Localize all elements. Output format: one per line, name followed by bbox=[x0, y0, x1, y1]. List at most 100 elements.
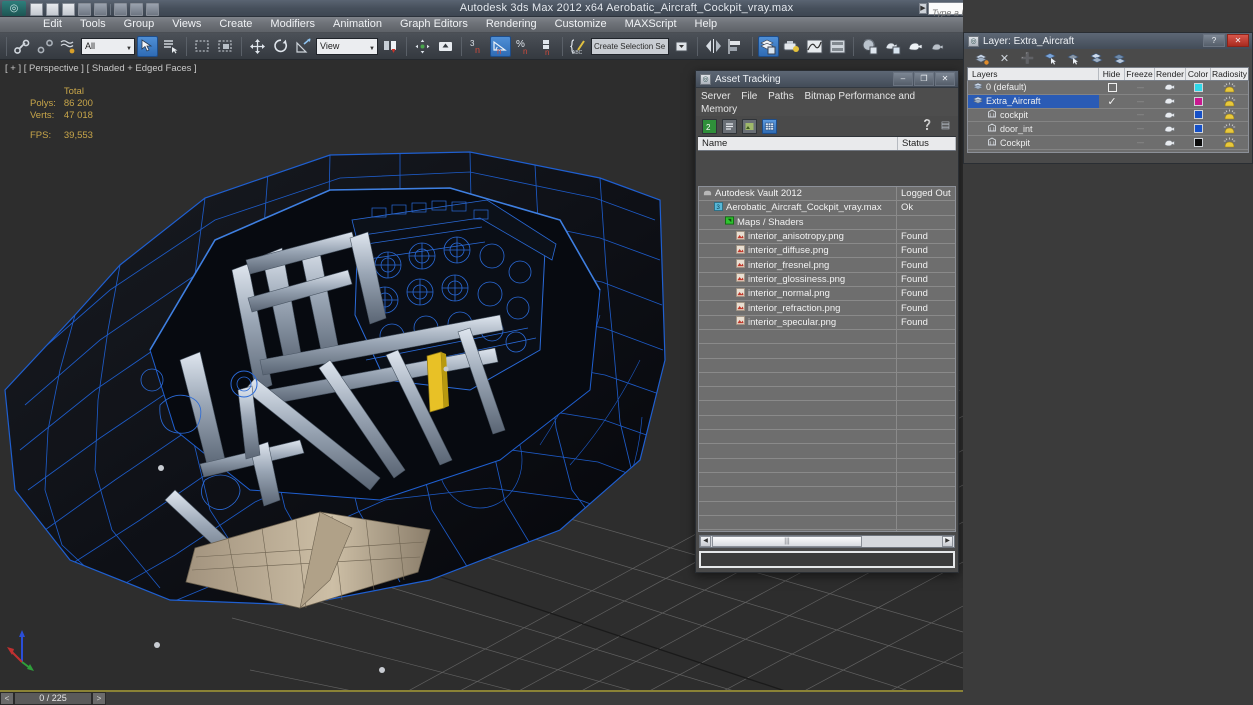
layer-name-cell[interactable]: cockpit bbox=[968, 109, 1099, 122]
asset-horizontal-scrollbar[interactable]: ◀ ||| ▶ bbox=[699, 535, 955, 548]
table-row-empty[interactable] bbox=[699, 487, 955, 502]
layer-help-button[interactable]: ? bbox=[1203, 34, 1225, 47]
reference-coordinate-system-dropdown[interactable]: View bbox=[316, 37, 378, 57]
bind-to-space-warp-icon[interactable] bbox=[58, 36, 79, 57]
select-and-link-icon[interactable] bbox=[12, 36, 33, 57]
table-row[interactable]: interior_specular.png Found bbox=[699, 315, 955, 330]
asset-name-cell[interactable]: interior_diffuse.png bbox=[699, 244, 897, 258]
context-help-icon[interactable]: ▤ bbox=[939, 119, 952, 132]
thumbnail-view-icon[interactable] bbox=[742, 118, 757, 134]
layer-hide-toggle[interactable] bbox=[1099, 122, 1125, 135]
layer-freeze-toggle[interactable]: ---- bbox=[1125, 95, 1155, 108]
table-row-empty[interactable] bbox=[699, 387, 955, 402]
layer-manager-icon[interactable] bbox=[758, 35, 779, 57]
menu-item-animation[interactable]: Animation bbox=[324, 17, 391, 32]
compact-material-editor-icon[interactable] bbox=[905, 36, 926, 57]
menu-item-group[interactable]: Group bbox=[115, 17, 164, 32]
percent-snap-toggle-icon[interactable]: % n bbox=[513, 36, 534, 57]
layer-freeze-toggle[interactable]: ---- bbox=[1125, 109, 1155, 122]
redo-icon[interactable] bbox=[94, 2, 107, 16]
rectangular-selection-region-icon[interactable] bbox=[192, 36, 213, 57]
layer-radiosity-toggle[interactable] bbox=[1211, 136, 1248, 149]
asset-tracking-list[interactable]: Autodesk Vault 2012 Logged Out 3 Aerobatic_… bbox=[698, 186, 956, 532]
asset-restore-button[interactable]: ❐ bbox=[914, 72, 934, 86]
asset-name-cell[interactable]: interior_refraction.png bbox=[699, 301, 897, 315]
render-production-icon[interactable] bbox=[928, 36, 949, 57]
help-icon[interactable]: ❔ bbox=[921, 119, 934, 132]
layer-render-toggle[interactable] bbox=[1155, 109, 1186, 122]
select-object-icon[interactable] bbox=[137, 35, 158, 57]
table-row-empty[interactable] bbox=[699, 515, 955, 531]
scroll-right-icon[interactable]: ▶ bbox=[942, 536, 953, 547]
set-project-folder-icon[interactable] bbox=[114, 2, 127, 16]
asset-name-cell[interactable]: 3 Aerobatic_Aircraft_Cockpit_vray.max bbox=[699, 201, 897, 215]
layer-radiosity-toggle[interactable] bbox=[1211, 81, 1248, 94]
select-and-scale-icon[interactable] bbox=[293, 36, 314, 57]
layer-color-swatch[interactable] bbox=[1186, 136, 1211, 149]
table-row[interactable]: interior_fresnel.png Found bbox=[699, 258, 955, 273]
refresh-icon[interactable]: 2 bbox=[702, 118, 717, 134]
delete-layer-icon[interactable]: ✕ bbox=[997, 51, 1012, 65]
select-and-manipulate-icon[interactable] bbox=[435, 36, 456, 57]
layer-render-toggle[interactable] bbox=[1155, 95, 1186, 108]
named-selection-set-input[interactable]: Create Selection Se bbox=[591, 37, 669, 55]
menu-item-maxscript[interactable]: MAXScript bbox=[616, 17, 686, 32]
snaps-toggle-3d-icon[interactable]: 3n bbox=[467, 36, 488, 57]
material-map-browser-icon[interactable] bbox=[882, 36, 903, 57]
column-header-hide[interactable]: Hide bbox=[1099, 68, 1125, 80]
selection-filter-dropdown[interactable]: All bbox=[81, 37, 135, 57]
table-row[interactable]: interior_anisotropy.png Found bbox=[699, 229, 955, 245]
layer-close-button[interactable]: ✕ bbox=[1227, 34, 1249, 47]
list-item[interactable]: cockpit ---- bbox=[968, 109, 1248, 123]
asset-menu-file[interactable]: File bbox=[741, 91, 765, 102]
align-icon[interactable] bbox=[726, 36, 747, 57]
table-row[interactable]: interior_refraction.png Found bbox=[699, 301, 955, 316]
asset-minimize-button[interactable]: – bbox=[893, 72, 913, 86]
asset-name-cell[interactable]: Maps / Shaders bbox=[699, 215, 897, 229]
layer-hide-toggle[interactable] bbox=[1099, 109, 1125, 122]
table-row-empty[interactable] bbox=[699, 401, 955, 416]
grid-view-icon[interactable] bbox=[762, 118, 777, 134]
3ds-max-logo-icon[interactable]: ◎ bbox=[2, 1, 26, 16]
asset-name-cell[interactable]: interior_specular.png bbox=[699, 315, 897, 329]
add-selection-to-layer-icon[interactable]: ➕ bbox=[1020, 51, 1035, 65]
select-and-rotate-icon[interactable] bbox=[270, 36, 291, 57]
column-header-status[interactable]: Status bbox=[898, 137, 956, 150]
list-item[interactable]: Extra_Aircraft ✓ ---- bbox=[968, 94, 1248, 109]
asset-tracking-window[interactable]: ◎ Asset Tracking – ❐ ✕ Server File Paths… bbox=[695, 70, 959, 573]
table-row[interactable]: interior_diffuse.png Found bbox=[699, 244, 955, 259]
mirror-icon[interactable] bbox=[703, 36, 724, 57]
asset-name-cell[interactable]: interior_anisotropy.png bbox=[699, 229, 897, 244]
select-and-move-icon[interactable] bbox=[247, 36, 268, 57]
layer-color-swatch[interactable] bbox=[1186, 81, 1211, 94]
spinner-snap-toggle-icon[interactable]: n bbox=[536, 36, 557, 57]
table-row[interactable]: Autodesk Vault 2012 Logged Out bbox=[699, 187, 955, 202]
layer-hide-toggle[interactable] bbox=[1099, 81, 1125, 94]
schematic-view-icon[interactable] bbox=[827, 36, 848, 57]
render-setup-icon[interactable] bbox=[781, 36, 802, 57]
column-header-render[interactable]: Render bbox=[1155, 68, 1186, 80]
workspace-icon[interactable] bbox=[130, 2, 143, 16]
menu-item-edit[interactable]: Edit bbox=[34, 17, 71, 32]
window-crossing-toggle-icon[interactable] bbox=[215, 36, 236, 57]
layer-list[interactable]: 0 (default) ---- Extra_Aircraft ✓ ---- cockpi… bbox=[967, 81, 1249, 153]
save-file-icon[interactable] bbox=[62, 2, 75, 16]
layer-hide-toggle[interactable]: ✓ bbox=[1099, 95, 1125, 108]
layer-radiosity-toggle[interactable] bbox=[1211, 95, 1248, 108]
menu-item-customize[interactable]: Customize bbox=[546, 17, 616, 32]
qat-dropdown-icon[interactable] bbox=[146, 2, 159, 16]
asset-close-button[interactable]: ✕ bbox=[935, 72, 955, 86]
layer-render-toggle[interactable] bbox=[1155, 136, 1186, 149]
layer-manager-window[interactable]: ◎ Layer: Extra_Aircraft ? ✕ ✕ ➕ Layers H… bbox=[963, 32, 1253, 164]
hide-unhide-layer-icon[interactable] bbox=[1112, 51, 1127, 65]
column-header-color[interactable]: Color bbox=[1186, 68, 1211, 80]
layer-name-cell[interactable]: 0 (default) bbox=[968, 81, 1099, 94]
layer-render-toggle[interactable] bbox=[1155, 122, 1186, 135]
new-file-icon[interactable] bbox=[30, 2, 43, 16]
layer-radiosity-toggle[interactable] bbox=[1211, 109, 1248, 122]
menu-item-create[interactable]: Create bbox=[210, 17, 261, 32]
asset-name-cell[interactable]: interior_normal.png bbox=[699, 287, 897, 301]
scroll-left-icon[interactable]: ◀ bbox=[700, 536, 711, 547]
layer-freeze-toggle[interactable]: ---- bbox=[1125, 136, 1155, 149]
angle-snap-toggle-icon[interactable]: n bbox=[490, 35, 511, 57]
